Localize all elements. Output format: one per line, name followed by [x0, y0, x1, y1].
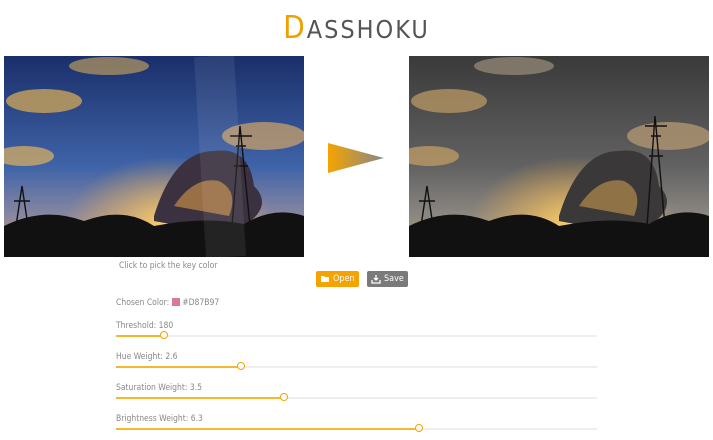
slider-fill: [116, 397, 285, 399]
source-image[interactable]: [4, 56, 304, 257]
brightness-weight-slider[interactable]: [116, 424, 597, 434]
arrow-icon: [328, 143, 384, 173]
slider-fill: [116, 335, 165, 337]
chosen-color-swatch: [172, 298, 181, 306]
saturation-weight-label: Saturation Weight: 3.5: [116, 383, 203, 393]
pick-color-hint: Click to pick the key color: [119, 261, 218, 271]
save-button-label: Save: [384, 274, 404, 284]
app-logo: DASSHOKU: [0, 10, 713, 46]
slider-fill: [116, 366, 242, 368]
chosen-color-hex: #D87B97: [182, 298, 220, 308]
save-button[interactable]: Save: [367, 271, 408, 287]
logo-first-letter: D: [283, 10, 307, 46]
open-folder-icon: [321, 276, 329, 282]
open-button-label: Open: [333, 274, 355, 284]
slider-thumb[interactable]: [160, 331, 169, 339]
chosen-color-row: Chosen Color: #D87B97: [116, 298, 219, 308]
open-button[interactable]: Open: [316, 271, 359, 287]
output-image: [409, 56, 709, 257]
chosen-color-label: Chosen Color:: [116, 298, 170, 308]
slider-thumb[interactable]: [280, 393, 289, 401]
hue-weight-slider[interactable]: [116, 362, 597, 372]
threshold-slider[interactable]: [116, 331, 597, 341]
brightness-weight-label: Brightness Weight: 6.3: [116, 414, 203, 424]
saturation-weight-slider[interactable]: [116, 393, 597, 403]
slider-track: [116, 335, 597, 337]
hue-weight-label: Hue Weight: 2.6: [116, 352, 178, 362]
threshold-label: Threshold: 180: [116, 321, 174, 331]
slider-fill: [116, 428, 420, 430]
slider-thumb[interactable]: [237, 362, 246, 370]
download-icon: [371, 275, 381, 284]
logo-rest: ASSHOKU: [306, 15, 430, 44]
slider-thumb[interactable]: [415, 424, 424, 432]
